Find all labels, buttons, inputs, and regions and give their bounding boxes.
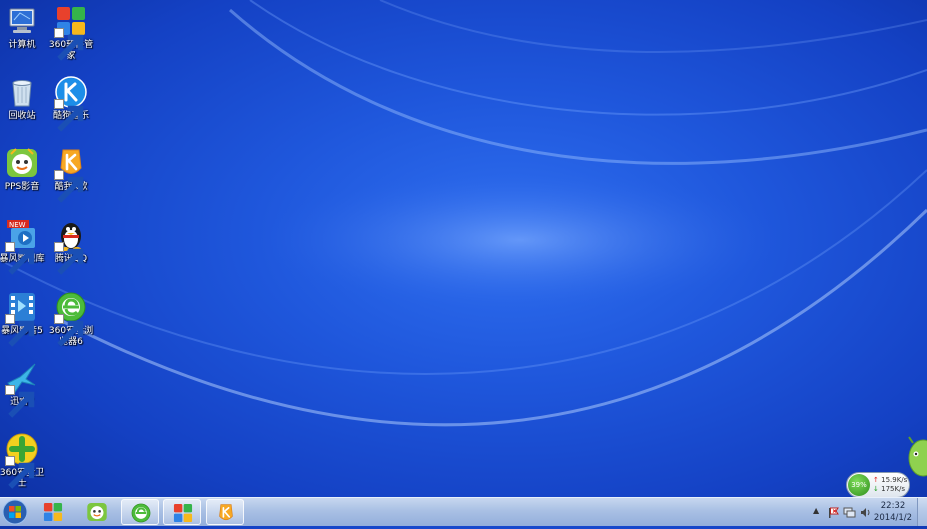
upload-speed-value: 15.9K/s (881, 476, 908, 484)
pps-player-icon (87, 502, 107, 522)
desktop-icon-recycle-bin[interactable]: 回收站 (0, 75, 48, 122)
desktop-icon-baofeng-player[interactable]: 暴风影音5 (0, 290, 48, 347)
wallpaper-streaks (0, 0, 927, 427)
shortcut-arrow-icon (5, 385, 35, 418)
taskbar: ▲ 22:32 2014/1/2 (0, 497, 927, 526)
taskbar-button-360-software-manager-2[interactable] (163, 499, 201, 525)
action-center-flag-icon[interactable] (827, 504, 840, 518)
baofeng-player-icon (5, 290, 39, 347)
desktop-icon-label: PPS影音 (4, 182, 40, 192)
desktop-icon-kuwo-karaoke[interactable]: 酷我K歌 (45, 146, 97, 203)
shortcut-arrow-icon (5, 242, 35, 275)
computer-icon (5, 4, 39, 38)
clock-date: 2014/1/2 (873, 513, 913, 523)
network-speed-widget[interactable]: 39% ↑ 15.9K/s ↓ 175K/s (846, 472, 910, 498)
taskbar-button-pps-player[interactable] (78, 499, 116, 525)
360-software-manager-icon (43, 502, 63, 522)
taskbar-button-360-browser[interactable] (121, 499, 159, 525)
desktop-icon-360-software-manager[interactable]: 360软件管家 (45, 4, 97, 62)
desktop-icon-kugou-music[interactable]: 酷狗音乐 (45, 75, 97, 132)
desktop-icon-pps-player[interactable]: PPS影音 (0, 146, 48, 193)
shortcut-arrow-icon (5, 456, 35, 489)
upload-speed: ↑ 15.9K/s (873, 476, 907, 485)
download-speed: ↓ 175K/s (873, 485, 905, 494)
shortcut-arrow-icon (54, 99, 84, 132)
network-icon[interactable] (843, 504, 856, 518)
clock-time: 22:32 (880, 501, 906, 511)
shortcut-arrow-icon (5, 314, 35, 347)
shortcut-arrow-icon (54, 170, 84, 203)
shortcut-arrow-icon (54, 242, 84, 275)
shortcut-arrow-icon (54, 314, 84, 347)
360-software-manager-icon (173, 503, 193, 523)
new-badge-text: NEW (9, 221, 26, 229)
download-speed-value: 175K/s (881, 485, 906, 493)
upload-arrow-icon: ↑ (873, 476, 879, 484)
desktop-icon-baofeng-video-library[interactable]: NEW 暴风影视库 (0, 218, 48, 275)
desktop-icon-computer[interactable]: 计算机 (0, 4, 48, 51)
kuwo-karaoke-icon (54, 146, 88, 203)
taskbar-button-kuwo-karaoke[interactable] (206, 499, 244, 525)
recycle-bin-icon (5, 75, 39, 109)
kuwo-karaoke-icon (219, 504, 233, 521)
green-mascot-icon[interactable] (905, 436, 927, 480)
desktop-icon-360-browser[interactable]: 360安全浏览器6 (45, 290, 97, 348)
desktop-icon-tencent-qq[interactable]: 腾讯QQ (45, 218, 97, 275)
baofeng-video-library-icon: NEW (5, 218, 39, 275)
show-hidden-icons-icon[interactable]: ▲ (813, 504, 826, 517)
download-arrow-icon: ↓ (873, 485, 879, 493)
desktop-icon-label: 计算机 (8, 40, 36, 50)
xunlei-bird-icon (5, 361, 39, 418)
qq-penguin-icon (54, 218, 88, 275)
360-software-manager-icon (54, 4, 88, 61)
show-desktop-button[interactable] (917, 498, 927, 526)
360-browser-icon (54, 290, 88, 347)
desktop-icon-label: 回收站 (8, 111, 36, 121)
windows-orb-icon (2, 499, 28, 525)
desktop-icon-xunlei[interactable]: 迅雷7 (0, 361, 48, 418)
360-browser-icon (131, 503, 151, 523)
kugou-music-icon (54, 75, 88, 132)
taskbar-button-360-software-manager[interactable] (34, 499, 72, 525)
pps-player-icon (5, 146, 39, 180)
system-clock[interactable]: 22:32 2014/1/2 (869, 500, 917, 524)
shortcut-arrow-icon (54, 28, 84, 61)
start-button[interactable] (1, 499, 29, 525)
360-security-guard-icon (5, 432, 39, 489)
acceleration-ball-percent[interactable]: 39% (848, 474, 870, 496)
desktop-icon-360-security-guard[interactable]: 360安全卫士 (0, 432, 48, 490)
